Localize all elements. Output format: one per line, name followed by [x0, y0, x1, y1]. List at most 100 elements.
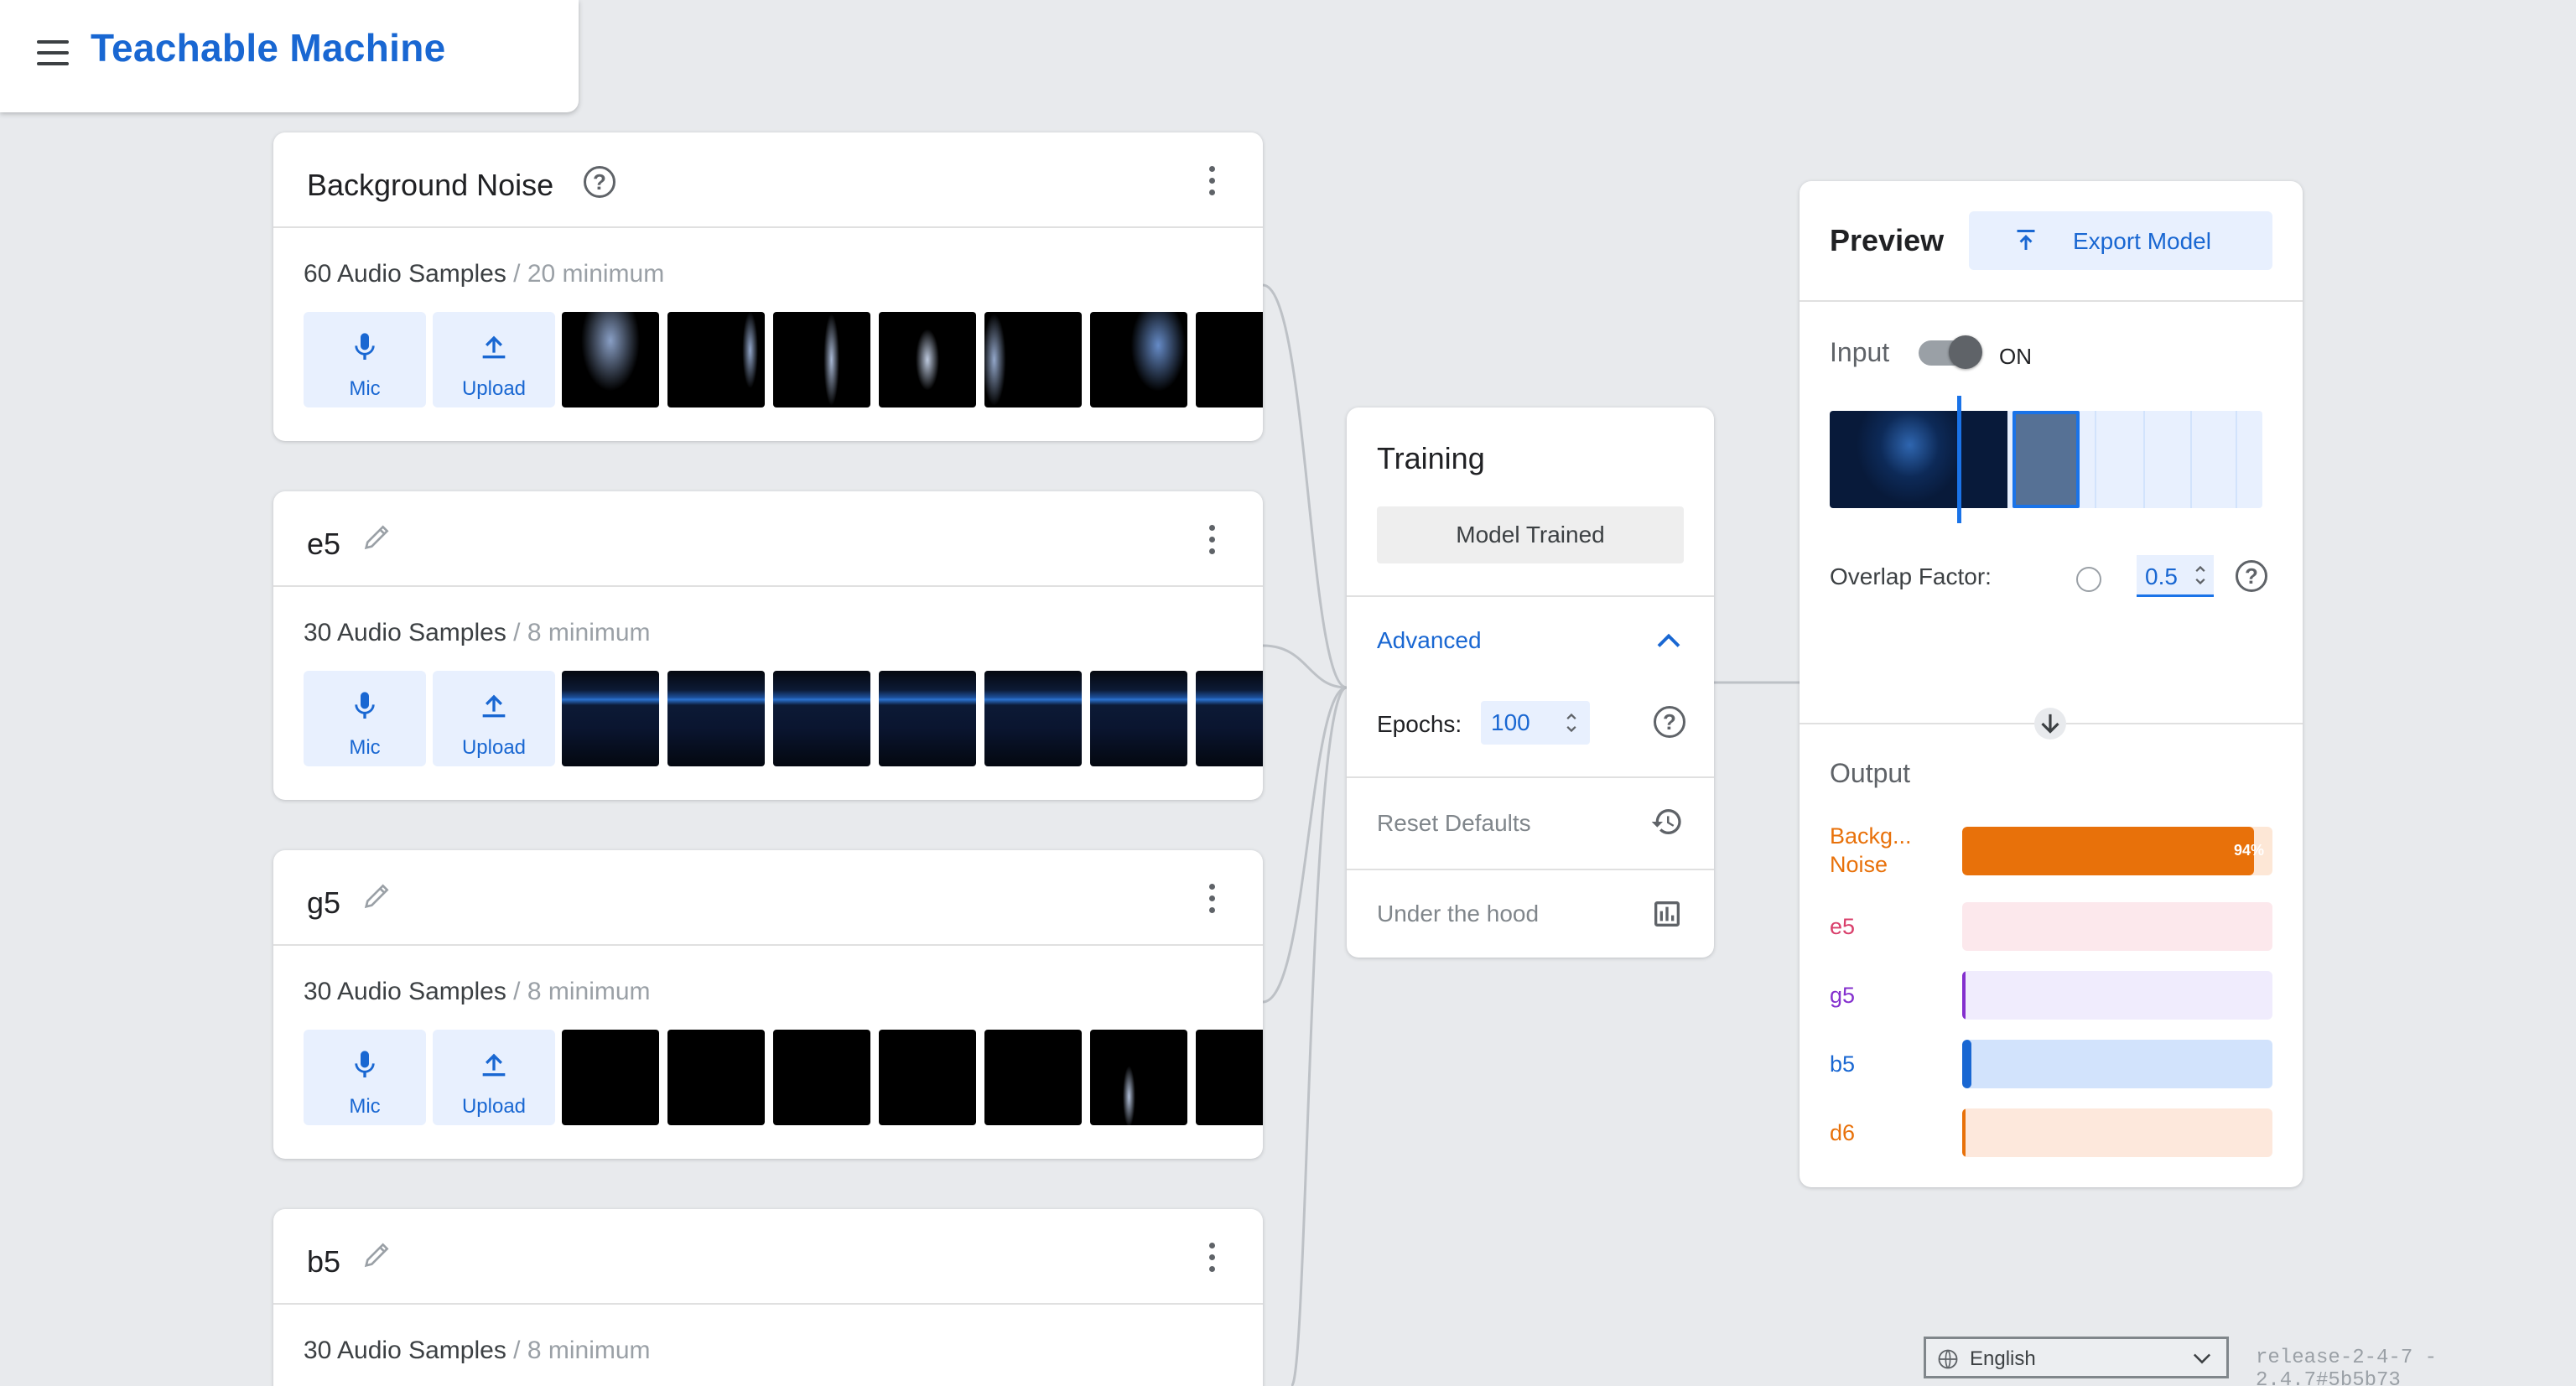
language-select[interactable]: English — [1924, 1337, 2229, 1378]
audio-sample-thumbnail[interactable] — [562, 1030, 659, 1125]
audio-sample-thumbnail[interactable] — [773, 671, 870, 766]
output-class-name: d6 — [1830, 1120, 1856, 1145]
upload-icon — [482, 335, 506, 359]
output-bar-fill — [1962, 1040, 1972, 1088]
audio-sample-thumbnail[interactable] — [562, 671, 659, 766]
upload-button[interactable]: Upload — [433, 1030, 555, 1125]
stepper-icon[interactable] — [1565, 709, 1578, 736]
globe-icon — [1938, 1349, 1958, 1369]
output-bar — [1962, 1040, 2272, 1088]
sample-count: 30 Audio Samples / 8 minimum — [304, 1337, 651, 1364]
output-bar-fill — [1962, 827, 2254, 875]
epochs-label: Epochs: — [1377, 711, 1462, 737]
advanced-toggle[interactable]: Advanced — [1377, 627, 1482, 654]
class-card-b5: b5 30 Audio Samples / 8 minimum — [273, 1209, 1263, 1386]
divider — [1347, 869, 1714, 870]
audio-sample-thumbnail[interactable] — [667, 671, 765, 766]
output-bar — [1962, 971, 2272, 1020]
training-panel: Training Model Trained Advanced Epochs: … — [1347, 407, 1714, 958]
export-icon — [2017, 230, 2035, 250]
export-model-label: Export Model — [2073, 228, 2211, 254]
sample-count: 60 Audio Samples / 20 minimum — [304, 260, 665, 288]
mic-label: Mic — [349, 377, 381, 400]
app-header: Teachable Machine — [0, 0, 579, 112]
audio-sample-thumbnail[interactable] — [984, 312, 1082, 407]
audio-sample-thumbnail[interactable] — [879, 1030, 976, 1125]
overlap-factor-radio[interactable] — [2076, 567, 2101, 592]
output-percentage: 94% — [2233, 842, 2264, 859]
chevron-up-icon[interactable] — [1654, 627, 1684, 652]
class-card-header: b5 — [273, 1209, 1263, 1305]
mic-button[interactable]: Mic — [304, 312, 426, 407]
class-name: g5 — [307, 885, 341, 920]
audio-sample-thumbnail[interactable] — [773, 312, 870, 407]
more-options-icon[interactable] — [1208, 525, 1216, 555]
audio-sample-thumbnail[interactable] — [773, 1030, 870, 1125]
output-class-name: g5 — [1830, 983, 1856, 1008]
audio-sample-thumbnail[interactable] — [1090, 1030, 1187, 1125]
output-class-name: b5 — [1830, 1051, 1856, 1077]
edit-icon[interactable] — [361, 520, 394, 553]
audio-sample-thumbnail[interactable] — [1090, 312, 1187, 407]
more-options-icon[interactable] — [1208, 884, 1216, 914]
upload-button[interactable]: Upload — [433, 312, 555, 407]
audio-sample-thumbnail[interactable] — [667, 312, 765, 407]
divider — [1800, 300, 2303, 302]
upload-label: Upload — [461, 377, 527, 400]
class-card-header: e5 — [273, 491, 1263, 587]
class-name: Background Noise — [307, 168, 554, 202]
edit-icon[interactable] — [361, 1238, 394, 1271]
release-version: release-2-4-7 - 2.4.7#5b5b73 — [2256, 1347, 2438, 1386]
audio-sample-thumbnail[interactable] — [984, 1030, 1082, 1125]
chevron-down-icon — [2193, 1353, 2211, 1364]
upload-label: Upload — [461, 736, 527, 759]
arrow-down-icon — [2034, 708, 2066, 740]
edit-icon[interactable] — [361, 879, 394, 912]
overlap-factor-input[interactable]: 0.5 — [2137, 555, 2214, 597]
more-options-icon[interactable] — [1208, 166, 1216, 196]
app-title[interactable]: Teachable Machine — [91, 25, 446, 70]
divider — [1347, 776, 1714, 778]
upload-button[interactable]: Upload — [433, 671, 555, 766]
mic-label: Mic — [349, 1095, 381, 1118]
sample-count: 30 Audio Samples / 8 minimum — [304, 978, 651, 1005]
input-toggle-knob[interactable] — [1949, 335, 1982, 369]
mic-icon — [355, 333, 375, 360]
reset-defaults-button[interactable]: Reset Defaults — [1377, 810, 1531, 837]
audio-sample-thumbnail[interactable] — [667, 1030, 765, 1125]
help-icon[interactable]: ? — [1654, 706, 1685, 738]
audio-sample-thumbnail[interactable] — [1196, 1030, 1263, 1125]
class-card-header: Background Noise ? — [273, 132, 1263, 228]
audio-sample-thumbnail[interactable] — [1196, 671, 1263, 766]
input-label: Input — [1830, 337, 1890, 367]
audio-sample-thumbnail[interactable] — [879, 671, 976, 766]
train-model-button[interactable]: Model Trained — [1377, 506, 1684, 563]
export-model-button[interactable]: Export Model — [1969, 211, 2272, 270]
stepper-icon[interactable] — [2194, 562, 2207, 589]
more-options-icon[interactable] — [1208, 1243, 1216, 1273]
audio-sample-thumbnail[interactable] — [1196, 312, 1263, 407]
help-icon[interactable]: ? — [2236, 560, 2267, 592]
class-name: b5 — [307, 1244, 341, 1279]
menu-icon[interactable] — [37, 40, 69, 65]
mic-button[interactable]: Mic — [304, 1030, 426, 1125]
output-bar — [1962, 1108, 2272, 1157]
output-bar-fill — [1962, 971, 1966, 1020]
audio-sample-thumbnail[interactable] — [984, 671, 1082, 766]
bar-chart-icon[interactable] — [1650, 897, 1684, 931]
overlap-factor-label: Overlap Factor: — [1830, 563, 1992, 589]
output-bar — [1962, 902, 2272, 951]
mic-button[interactable]: Mic — [304, 671, 426, 766]
preview-title: Preview — [1830, 223, 1945, 257]
preview-panel: Preview Export Model Input ON Overlap Fa… — [1800, 181, 2303, 1187]
language-value: English — [1970, 1347, 2036, 1370]
sample-count: 30 Audio Samples / 8 minimum — [304, 619, 651, 646]
audio-sample-thumbnail[interactable] — [1090, 671, 1187, 766]
history-icon[interactable] — [1650, 805, 1684, 838]
output-class-name: Backg... — [1830, 823, 1912, 849]
help-icon[interactable]: ? — [584, 166, 615, 198]
epochs-input[interactable]: 100 — [1481, 701, 1590, 745]
audio-sample-thumbnail[interactable] — [879, 312, 976, 407]
audio-sample-thumbnail[interactable] — [562, 312, 659, 407]
under-the-hood-button[interactable]: Under the hood — [1377, 901, 1539, 927]
